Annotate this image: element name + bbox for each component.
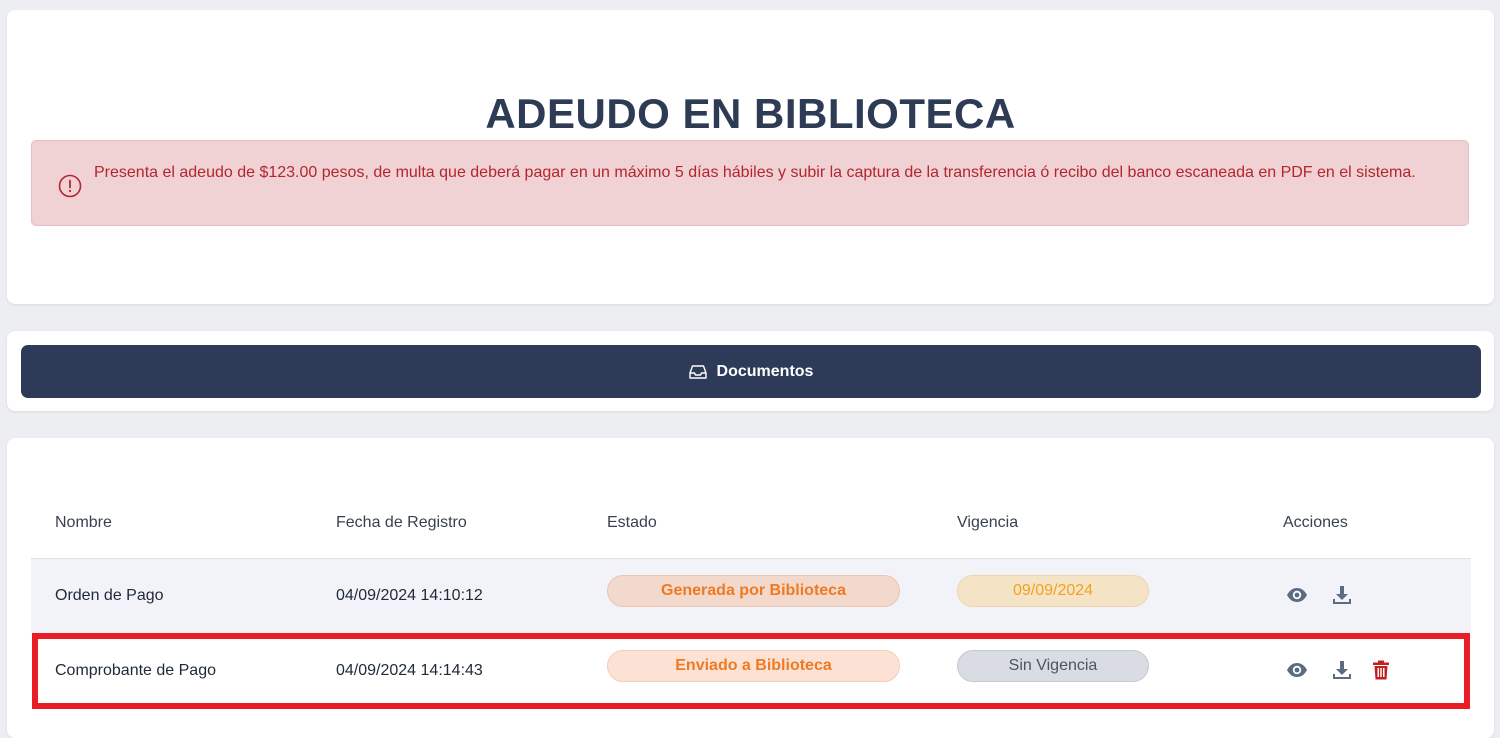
exclamation-circle-icon (58, 174, 82, 198)
documents-button[interactable]: Documentos (21, 345, 1481, 398)
eye-icon[interactable] (1285, 583, 1309, 607)
column-header-estado: Estado (607, 514, 657, 531)
alert-message: Presenta el adeudo de $123.00 pesos, de … (94, 164, 1416, 181)
status-badge: Generada por Biblioteca (607, 575, 900, 607)
documents-card: Documentos (7, 331, 1494, 411)
column-header-nombre: Nombre (55, 514, 112, 531)
inbox-icon (688, 364, 707, 380)
page-title: ADEUDO EN BIBLIOTECA (485, 90, 1016, 137)
row-highlight-outline (32, 633, 1470, 709)
column-header-vigencia: Vigencia (957, 514, 1019, 531)
column-header-acciones: Acciones (1283, 514, 1348, 531)
column-header-fecha: Fecha de Registro (336, 514, 467, 531)
debt-card: ADEUDO EN BIBLIOTECA Presenta el adeudo … (7, 10, 1494, 304)
cell-fecha: 04/09/2024 14:10:12 (336, 587, 483, 604)
table-row: Orden de Pago 04/09/2024 14:10:12 Genera… (31, 559, 1471, 633)
documents-button-label: Documentos (716, 362, 814, 380)
vigencia-badge: 09/09/2024 (957, 575, 1149, 607)
debt-alert: Presenta el adeudo de $123.00 pesos, de … (31, 140, 1469, 226)
download-icon[interactable] (1330, 583, 1354, 607)
cell-nombre: Orden de Pago (55, 587, 164, 604)
